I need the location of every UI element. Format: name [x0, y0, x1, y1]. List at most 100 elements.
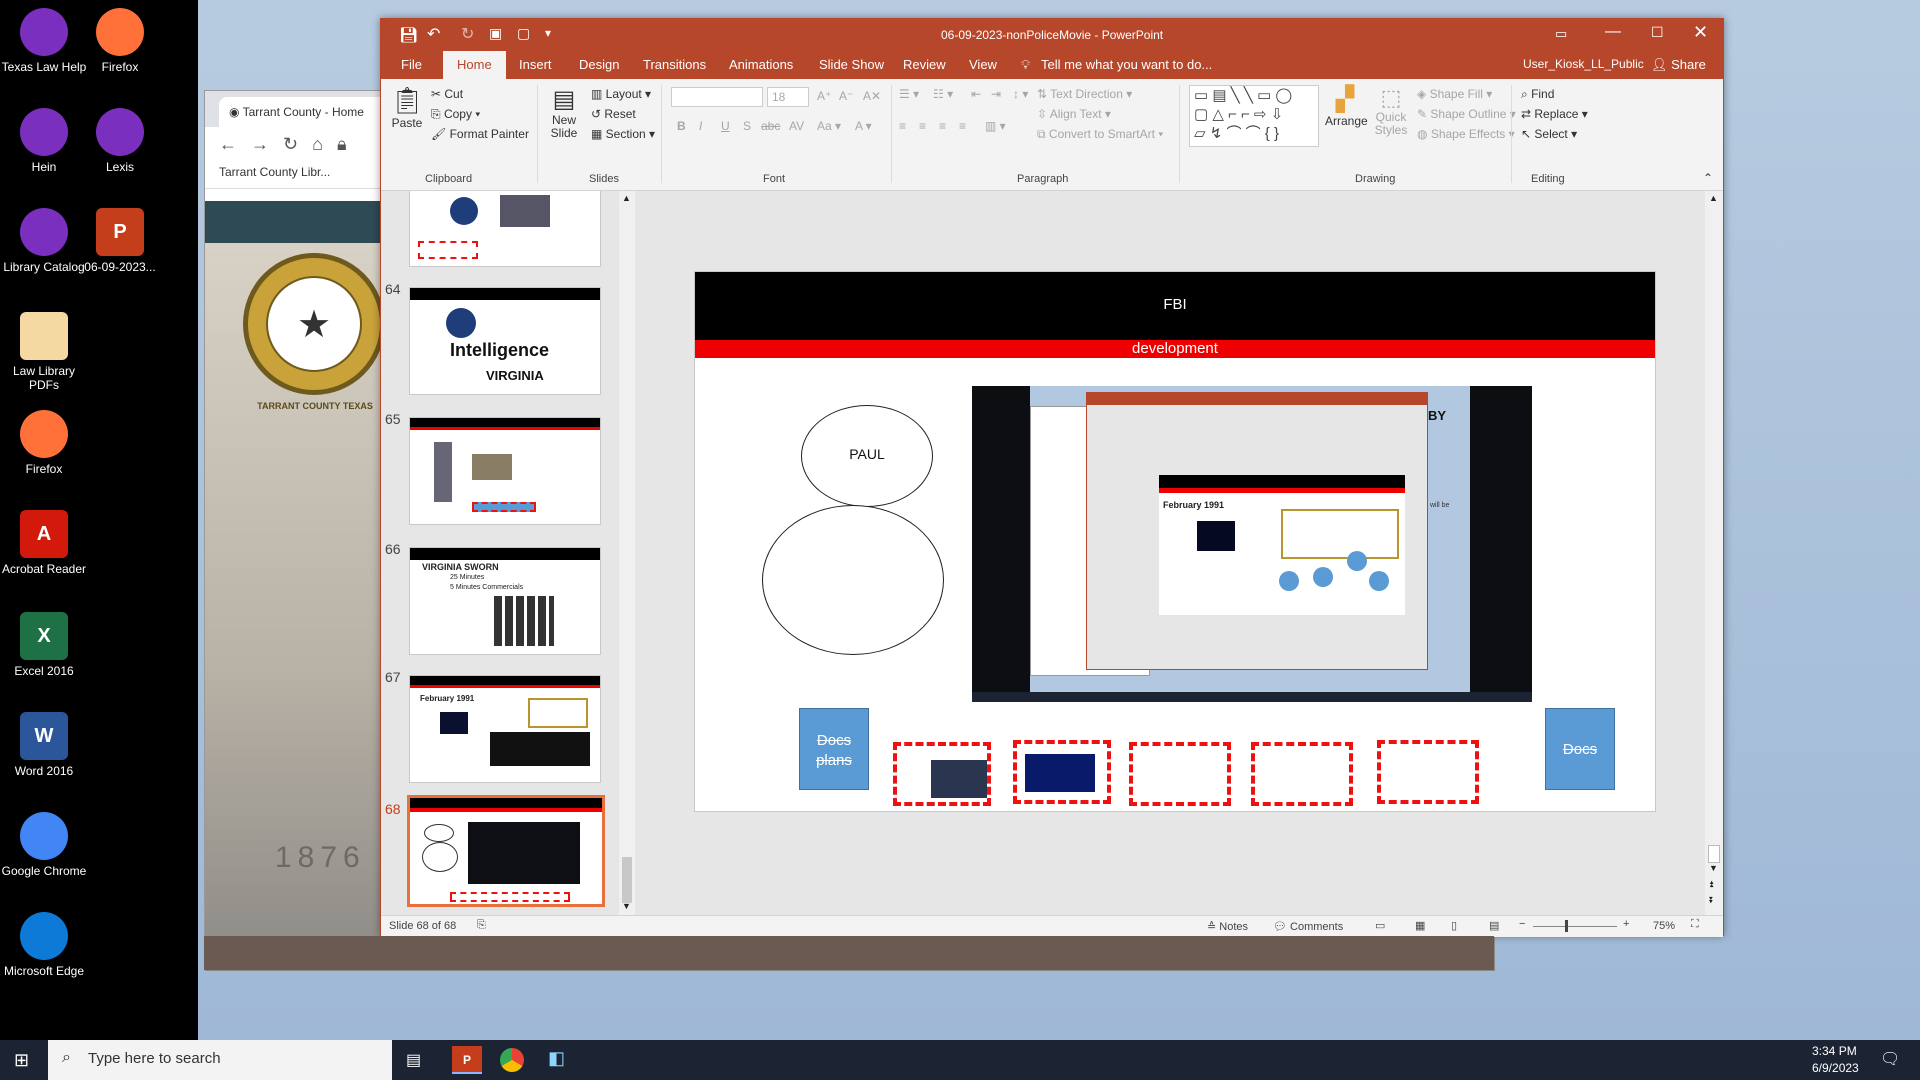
format-painter-button[interactable]: 🖌︎ Format Painter [431, 127, 529, 141]
arrange-button[interactable]: ▞ Arrange [1325, 85, 1368, 128]
close-icon[interactable]: ✕ [1693, 22, 1708, 43]
clock-date[interactable]: 6/9/2023 [1812, 1061, 1859, 1075]
undo-icon[interactable]: ↶ [427, 24, 440, 44]
bold-icon[interactable]: B [677, 119, 686, 133]
dashed-box-3[interactable] [1129, 742, 1231, 806]
maximize-icon[interactable]: ☐ [1651, 24, 1664, 41]
replace-button[interactable]: ⇄ Replace ▾ [1521, 107, 1588, 121]
slide-scrollbar[interactable]: ▲ ▼ ⏫︎ ⏬︎ [1705, 191, 1723, 915]
paste-button[interactable]: 📋︎ Paste [389, 85, 425, 130]
scroll-down-icon[interactable]: ▼ [1709, 863, 1718, 873]
scroll-thumb[interactable] [622, 857, 632, 903]
desktop-icon[interactable]: Library Catalog [1, 208, 87, 274]
shrink-font-icon[interactable]: A⁻ [839, 89, 853, 103]
bookmark-item[interactable]: Tarrant County Libr... [219, 165, 330, 179]
align-center-icon[interactable]: ≡ [919, 119, 926, 133]
desktop-icon[interactable]: Firefox [77, 8, 163, 74]
font-name-dropdown[interactable] [671, 87, 763, 107]
slide-thumbnail-66[interactable]: VIRGINIA SWORN 25 Minutes 5 Minutes Comm… [409, 547, 601, 655]
slide-thumbnail-63[interactable] [409, 191, 601, 267]
slide-thumbnail-65[interactable] [409, 417, 601, 525]
fit-slide-icon[interactable]: ⛶ [1691, 918, 1699, 931]
find-button[interactable]: ⌕ Find [1521, 87, 1554, 102]
taskbar-app-icon[interactable]: ◧ [548, 1048, 565, 1069]
taskbar-powerpoint-icon[interactable]: P [452, 1046, 482, 1074]
increase-indent-icon[interactable]: ⇥ [991, 87, 1001, 101]
slide-thumbnail-68[interactable] [407, 795, 605, 907]
embedded-screenshot[interactable]: February 1991 BY will be [972, 386, 1532, 702]
clear-format-icon[interactable]: A✕ [863, 89, 881, 103]
layout-button[interactable]: ▥ Layout ▾ [591, 87, 651, 101]
slideshow-start-icon[interactable]: ▣ [489, 25, 502, 42]
windows-start-icon[interactable]: ⊞ [14, 1050, 29, 1071]
thumbnails-scrollbar[interactable]: ▲ ▼ [619, 191, 635, 915]
slide-header-text[interactable]: FBI [695, 296, 1655, 313]
forward-icon[interactable]: → [251, 134, 269, 155]
font-size-dropdown[interactable]: 18 [767, 87, 809, 107]
customize-qat-icon[interactable]: ▾ [545, 26, 551, 40]
share-button[interactable]: 👤︎ Share [1651, 57, 1706, 73]
dashed-box-1[interactable] [893, 742, 991, 806]
shape-fill-button[interactable]: ◈ Shape Fill ▾ [1417, 87, 1492, 101]
dashed-box-4[interactable] [1251, 742, 1353, 806]
justify-icon[interactable]: ≡ [959, 119, 966, 133]
slideshow-view-icon[interactable]: ▤ [1489, 919, 1499, 932]
desktop-icon[interactable]: X Excel 2016 [1, 612, 87, 678]
dashed-box-2[interactable] [1013, 740, 1111, 804]
comments-button[interactable]: 💬︎ Comments [1273, 920, 1343, 933]
align-right-icon[interactable]: ≡ [939, 119, 946, 133]
new-file-icon[interactable]: ▢ [517, 25, 530, 42]
collapse-ribbon-icon[interactable]: ⌃ [1703, 171, 1713, 185]
current-slide[interactable]: FBI development PAUL February 1991 BY wi… [694, 271, 1656, 812]
smartart-button[interactable]: ⧉ Convert to SmartArt ▾ [1037, 127, 1163, 142]
save-icon[interactable]: 💾︎ [399, 26, 418, 44]
zoom-slider-thumb[interactable] [1565, 920, 1568, 932]
clock-time[interactable]: 3:34 PM [1812, 1044, 1857, 1058]
reading-view-icon[interactable]: ▯ [1451, 919, 1457, 932]
zoom-level[interactable]: 75% [1653, 920, 1675, 932]
spacing-icon[interactable]: AV [789, 119, 804, 133]
desktop-icon[interactable]: W Word 2016 [1, 712, 87, 778]
spellcheck-icon[interactable]: ⎘ [477, 919, 486, 932]
shape-effects-button[interactable]: ◍ Shape Effects ▾ [1417, 127, 1515, 141]
align-left-icon[interactable]: ≡ [899, 119, 906, 133]
dashed-box-5[interactable] [1377, 740, 1479, 804]
quick-styles-button[interactable]: ⬚ Quick Styles [1371, 85, 1411, 137]
back-icon[interactable]: ← [219, 134, 237, 155]
desktop-icon[interactable]: Google Chrome [1, 812, 87, 878]
reload-icon[interactable]: ↻ [283, 134, 298, 155]
decrease-indent-icon[interactable]: ⇤ [971, 87, 981, 101]
ribbon-display-icon[interactable]: ▭ [1555, 26, 1567, 42]
tab-view[interactable]: View [969, 57, 997, 72]
taskbar-chrome-icon[interactable] [500, 1048, 524, 1072]
new-slide-button[interactable]: ▤ New Slide [545, 85, 583, 140]
task-view-icon[interactable]: ▤ [406, 1050, 421, 1070]
numbering-icon[interactable]: ☷ ▾ [933, 87, 953, 101]
docs-cube[interactable]: Docs [1545, 708, 1615, 790]
section-button[interactable]: ▦ Section ▾ [591, 127, 655, 141]
slide-thumbnail-64[interactable]: Intelligence VIRGINIA [409, 287, 601, 395]
browser-tab[interactable]: ◉ Tarrant County - Home [219, 97, 399, 127]
desktop-icon[interactable]: Hein [1, 108, 87, 174]
strikethrough-icon[interactable]: abc [761, 119, 780, 133]
notification-icon[interactable]: 🗨︎ [1880, 1049, 1900, 1069]
scroll-thumb[interactable] [1708, 845, 1720, 863]
desktop-icon[interactable]: P 06-09-2023... [77, 208, 163, 274]
shape-outline-button[interactable]: ✎ Shape Outline ▾ [1417, 107, 1516, 121]
tell-me-box[interactable]: Tell me what you want to do... [1041, 57, 1212, 72]
scroll-up-icon[interactable]: ▲ [1709, 193, 1718, 203]
desktop-icon[interactable]: Texas Law Help [1, 8, 87, 74]
desktop-icon[interactable]: Lexis [77, 108, 163, 174]
large-circle[interactable] [762, 505, 944, 655]
zoom-slider[interactable] [1533, 926, 1617, 927]
font-color-icon[interactable]: A ▾ [855, 119, 872, 133]
align-text-button[interactable]: ⇳ Align Text ▾ [1037, 107, 1111, 121]
tab-transitions[interactable]: Transitions [643, 57, 706, 72]
zoom-in-icon[interactable]: + [1623, 918, 1629, 930]
tab-file[interactable]: File [401, 57, 422, 72]
shadow-icon[interactable]: S [743, 119, 751, 133]
slide-sorter-icon[interactable]: ▦ [1415, 919, 1425, 932]
previous-slide-icon[interactable]: ⏫︎ [1709, 879, 1714, 890]
desktop-icon[interactable]: A Acrobat Reader [1, 510, 87, 576]
line-spacing-icon[interactable]: ↕ ▾ [1013, 87, 1028, 101]
